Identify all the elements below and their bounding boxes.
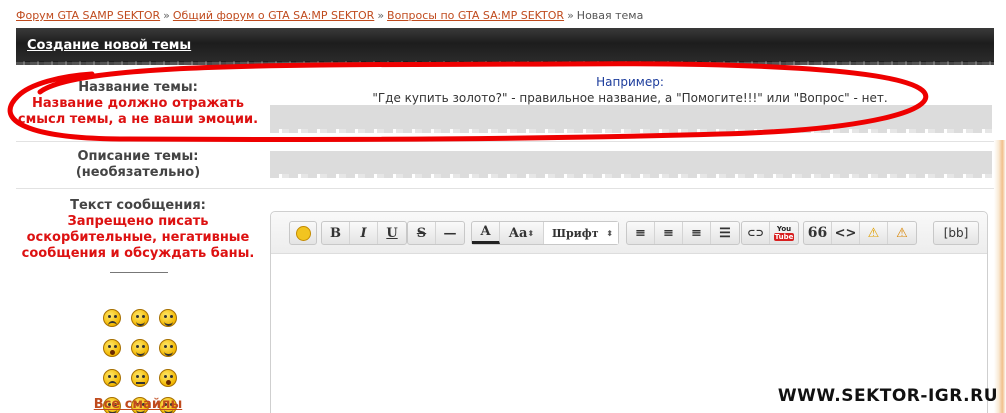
toolbar-group-smile [289, 221, 317, 245]
topic-title-input[interactable] [270, 105, 992, 133]
align-left-icon: ≡ [635, 225, 646, 241]
page-edge-decoration [994, 140, 1006, 413]
quote-button[interactable]: 66 [804, 222, 832, 244]
toolbar-group-blocks: 66 <> ⚠ ⚠ [803, 221, 917, 245]
form-title[interactable]: Создание новой темы [27, 38, 191, 53]
bold-button[interactable]: B [322, 222, 350, 244]
breadcrumb: Форум GTA SAMP SEKTOR» Общий форум о GTA … [16, 9, 643, 22]
toolbar-group-align: ≡ ≡ ≡ ☰ [626, 221, 740, 245]
updown-icon: ⬍ [606, 228, 613, 238]
angry-smiley-icon[interactable] [103, 309, 121, 327]
toolbar-group-strike: S — [407, 221, 465, 245]
message-label-block: Текст сообщения: Запрещено писать оскорб… [16, 198, 260, 262]
italic-button[interactable]: I [350, 222, 378, 244]
breadcrumb-separator: » [163, 9, 170, 22]
bbcode-toggle-button[interactable]: [bb] [934, 222, 978, 244]
all-smileys-link[interactable]: Все смайлы [16, 397, 260, 412]
font-family-label: Шрифт [552, 226, 599, 240]
font-color-button[interactable]: A [472, 222, 500, 244]
cool-smiley-icon[interactable] [159, 309, 177, 327]
breadcrumb-current: Новая тема [576, 9, 644, 22]
toolbar-group-insert: ⊂⊃ You Tube [741, 221, 799, 245]
editor-toolbar: B I U S — A Aa ⬍ Шрифт ⬍ ≡ ≡ ≡ ☰ ⊂⊃ You Tub… [271, 212, 987, 254]
updown-icon: ⬍ [527, 228, 535, 238]
user-warning-icon: ⚠ [896, 225, 908, 241]
youtube-button[interactable]: You Tube [770, 222, 798, 244]
warning-icon: ⚠ [867, 225, 880, 241]
smiley-button[interactable] [290, 222, 316, 244]
topic-description-input[interactable] [270, 151, 992, 178]
sad-smiley-icon[interactable] [103, 369, 121, 387]
code-button[interactable]: <> [832, 222, 860, 244]
font-size-select[interactable]: Aa ⬍ [500, 222, 544, 244]
divider [16, 188, 994, 189]
topic-title-label: Название темы: [78, 80, 198, 95]
youtube-icon: You Tube [773, 225, 795, 241]
smiley-separator [110, 272, 168, 273]
topic-title-warning-line1: Название должно отражать [32, 96, 244, 111]
topic-title-hint: Например: "Где купить золото?" - правиль… [270, 74, 990, 106]
toolbar-group-format: B I U [321, 221, 407, 245]
font-family-select[interactable]: Шрифт ⬍ [544, 222, 618, 244]
message-label: Текст сообщения: [70, 198, 206, 213]
smiley-icon [295, 225, 311, 241]
breadcrumb-link-forum[interactable]: Форум GTA SAMP SEKTOR [16, 9, 160, 22]
divider [16, 141, 994, 142]
link-button[interactable]: ⊂⊃ [742, 222, 770, 244]
list-button[interactable]: ☰ [711, 222, 739, 244]
underline-button[interactable]: U [378, 222, 406, 244]
spoiler-button[interactable]: ⚠ [860, 222, 888, 244]
align-center-icon: ≡ [663, 225, 674, 241]
topic-description-label: Описание темы: [77, 149, 199, 164]
message-warning-line1: Запрещено писать [67, 214, 209, 229]
align-center-button[interactable]: ≡ [655, 222, 683, 244]
smile-smiley-icon[interactable] [131, 339, 149, 357]
surprised-smiley-icon[interactable] [159, 369, 177, 387]
horizontal-rule-button[interactable]: — [436, 222, 464, 244]
breadcrumb-separator: » [377, 9, 385, 22]
form-header: Создание новой темы [16, 28, 994, 65]
hide-button[interactable]: ⚠ [888, 222, 916, 244]
message-warning-line2: оскорбительные, негативные [26, 230, 250, 245]
toolbar-group-bb: [bb] [933, 221, 979, 245]
grin-smiley-icon[interactable] [131, 309, 149, 327]
message-editor[interactable]: B I U S — A Aa ⬍ Шрифт ⬍ ≡ ≡ ≡ ☰ ⊂⊃ You Tub… [270, 211, 988, 413]
align-left-button[interactable]: ≡ [627, 222, 655, 244]
toolbar-group-font: A Aa ⬍ Шрифт ⬍ [471, 221, 619, 245]
topic-title-label-block: Название темы: Название должно отражать … [16, 80, 260, 128]
breadcrumb-separator: » [567, 9, 574, 22]
topic-description-optional: (необязательно) [75, 165, 201, 180]
font-size-label: Aa [508, 225, 528, 241]
topic-title-warning-line2: смысл темы, а не ваши эмоции. [17, 112, 259, 127]
neutral-smiley-icon[interactable] [131, 369, 149, 387]
happy-smiley-icon[interactable] [159, 339, 177, 357]
breadcrumb-link-general[interactable]: Общий форум о GTA SA:MP SEKTOR [173, 9, 374, 22]
breadcrumb-link-questions[interactable]: Вопросы по GTA SA:MP SEKTOR [387, 9, 564, 22]
site-watermark: WWW.SEKTOR-IGR.RU [777, 386, 998, 406]
align-right-icon: ≡ [691, 225, 702, 241]
topic-description-label-block: Описание темы: (необязательно) [16, 149, 260, 181]
hint-text: "Где купить золото?" - правильное назван… [372, 91, 888, 105]
align-right-button[interactable]: ≡ [683, 222, 711, 244]
shocked-smiley-icon[interactable] [103, 339, 121, 357]
strikethrough-button[interactable]: S [408, 222, 436, 244]
message-warning-line3: сообщения и обсуждать баны. [21, 246, 255, 261]
list-icon: ☰ [719, 225, 731, 241]
hint-title: Например: [596, 75, 664, 89]
